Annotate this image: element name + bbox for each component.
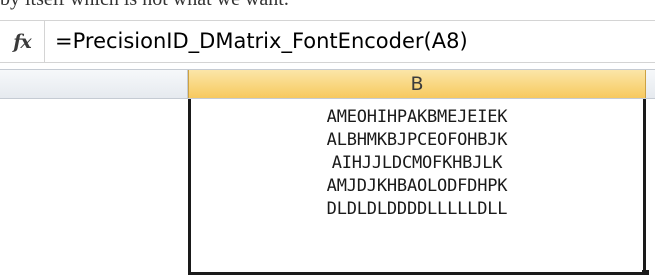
cell-text-line: DLDLDLDDDDLLLLLDLL [326, 199, 508, 219]
cell-text-line: ALBHMKBJPCEOFOHBJK [326, 130, 508, 150]
column-header-c[interactable] [646, 70, 655, 98]
clipped-caption-text: by itself which is not what we want. [0, 0, 289, 9]
cell-text-line: AIHJJLDCMOFKHBJLK [331, 153, 503, 173]
fill-handle[interactable] [642, 270, 649, 275]
column-header-a[interactable] [0, 70, 188, 98]
column-header-b[interactable]: B [188, 70, 646, 98]
cell-text-line: AMEOHIHPAKBMEJEIEK [326, 107, 508, 127]
column-header-row: B [0, 69, 655, 99]
cell-text-line: AMJDJKHBAOLODFDHPK [326, 176, 508, 196]
formula-input[interactable]: =PrecisionID_DMatrix_FontEncoder(A8) [55, 21, 468, 62]
function-fx-icon: fx [13, 30, 31, 53]
cell-value-block: AMEOHIHPAKBMEJEIEK ALBHMKBJPCEOFOHBJK AI… [191, 106, 643, 221]
insert-function-button[interactable]: fx [0, 21, 45, 62]
spreadsheet-window: by itself which is not what we want. fx … [0, 0, 655, 275]
worksheet-grid: AMEOHIHPAKBMEJEIEK ALBHMKBJPCEOFOHBJK AI… [0, 99, 655, 275]
selected-cell-b[interactable]: AMEOHIHPAKBMEJEIEK ALBHMKBJPCEOFOHBJK AI… [188, 99, 646, 275]
formula-bar: fx =PrecisionID_DMatrix_FontEncoder(A8) [0, 20, 655, 63]
